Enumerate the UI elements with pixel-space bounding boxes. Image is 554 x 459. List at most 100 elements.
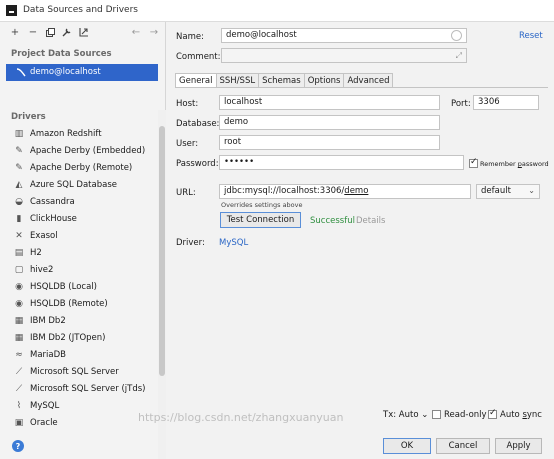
password-label: Password: (176, 159, 219, 169)
driver-label: Azure SQL Database (30, 180, 117, 190)
duplicate-icon[interactable] (44, 26, 56, 38)
tab-divider (175, 87, 548, 88)
name-label: Name: (176, 32, 204, 42)
hsqldb-icon: ◉ (15, 282, 23, 292)
tx-mode-select[interactable]: Tx: Auto ⌄ (383, 410, 428, 420)
color-circle-icon[interactable] (451, 30, 462, 41)
cancel-button[interactable]: Cancel (436, 438, 490, 454)
driver-item[interactable]: ⟋ Microsoft SQL Server (0, 364, 158, 381)
go-to-icon[interactable] (78, 26, 90, 38)
tab-strip: General SSH/SSL Schemas Options Advanced (175, 73, 394, 88)
tab-general[interactable]: General (175, 73, 217, 88)
derby-icon: ✎ (15, 146, 23, 156)
driver-item[interactable]: ▥ Amazon Redshift (0, 126, 158, 143)
driver-item[interactable]: ◉ HSQLDB (Remote) (0, 296, 158, 313)
ok-button[interactable]: OK (383, 438, 431, 454)
azure-icon: ◭ (15, 180, 23, 190)
driver-item[interactable]: ≈ MariaDB (0, 347, 158, 364)
database-field[interactable]: demo (219, 115, 440, 130)
chevron-down-icon: ⌄ (528, 186, 535, 195)
driver-item[interactable]: ▦ IBM Db2 (0, 313, 158, 330)
driver-item[interactable]: ▢ hive2 (0, 262, 158, 279)
data-source-item-demo[interactable]: demo@localhost (6, 64, 158, 81)
driver-item[interactable]: ⌇ MySQL (0, 398, 158, 415)
name-field[interactable]: demo@localhost (221, 28, 467, 43)
url-label: URL: (176, 188, 196, 198)
chevron-down-icon: ⌄ (421, 410, 429, 420)
apply-button[interactable]: Apply (495, 438, 542, 454)
driver-item[interactable]: ◒ Cassandra (0, 194, 158, 211)
test-connection-button[interactable]: Test Connection (220, 212, 301, 228)
data-source-label: demo@localhost (30, 67, 101, 77)
database-label: Database: (176, 119, 220, 129)
port-label: Port: (451, 99, 471, 109)
driver-label: HSQLDB (Local) (30, 282, 97, 292)
user-field[interactable]: root (219, 135, 440, 150)
mysql-icon: ⌇ (16, 401, 22, 411)
back-arrow-icon[interactable]: ← (130, 26, 142, 38)
mysql-icon (16, 67, 26, 80)
intellij-app-icon (6, 5, 17, 16)
exasol-icon: ✕ (15, 231, 23, 241)
url-scheme-select[interactable]: default ⌄ (476, 184, 540, 199)
db2-icon: ▦ (14, 316, 24, 326)
expand-icon[interactable]: ⤢ (456, 51, 462, 61)
host-label: Host: (176, 99, 199, 109)
forward-arrow-icon[interactable]: → (148, 26, 160, 38)
read-only-label[interactable]: Read-only (444, 410, 487, 420)
host-field[interactable]: localhost (219, 95, 440, 110)
remember-password-checkbox[interactable] (469, 157, 478, 168)
hsqldb-icon: ◉ (15, 299, 23, 309)
reset-link[interactable]: Reset (519, 31, 543, 41)
driver-item[interactable]: ◉ HSQLDB (Local) (0, 279, 158, 296)
cassandra-icon: ◒ (15, 197, 23, 207)
driver-item[interactable]: ▮ ClickHouse (0, 211, 158, 228)
scrollbar-thumb[interactable] (159, 126, 165, 376)
driver-item[interactable]: ▤ H2 (0, 245, 158, 262)
driver-label: Apache Derby (Remote) (30, 163, 133, 173)
driver-label: Oracle (30, 418, 58, 428)
driver-label: Cassandra (30, 197, 75, 207)
mariadb-icon: ≈ (15, 350, 23, 360)
add-icon[interactable]: + (9, 26, 21, 38)
driver-item[interactable]: ▦ IBM Db2 (JTOpen) (0, 330, 158, 347)
help-icon[interactable]: ? (12, 440, 24, 452)
window-title: Data Sources and Drivers (23, 5, 138, 15)
driver-item[interactable]: ✎ Apache Derby (Remote) (0, 160, 158, 177)
remove-icon[interactable]: − (27, 26, 39, 38)
read-only-checkbox[interactable] (432, 410, 441, 419)
remember-password-label[interactable]: Remember password (480, 160, 549, 168)
sqlserver-icon: ⟋ (15, 384, 23, 394)
driver-item[interactable]: ✎ Apache Derby (Embedded) (0, 143, 158, 160)
drivers-heading: Drivers (11, 112, 46, 122)
tab-schemas[interactable]: Schemas (259, 73, 305, 88)
port-field[interactable]: 3306 (473, 95, 539, 110)
tab-ssh-ssl[interactable]: SSH/SSL (216, 73, 260, 88)
tab-options[interactable]: Options (304, 73, 345, 88)
user-label: User: (176, 139, 199, 149)
sidebar-scrollbar[interactable] (158, 110, 166, 459)
comment-field[interactable]: ⤢ (221, 48, 467, 63)
derby-icon: ✎ (15, 163, 23, 173)
wrench-icon[interactable] (61, 26, 73, 38)
overrides-hint: Overrides settings above (221, 201, 303, 209)
auto-sync-label[interactable]: Auto sync (500, 410, 542, 420)
auto-sync-checkbox[interactable] (488, 408, 497, 419)
driver-link[interactable]: MySQL (219, 238, 248, 248)
project-data-sources-heading: Project Data Sources (11, 49, 112, 59)
main-panel: Name: demo@localhost Reset Comment: ⤢ Ge… (166, 22, 554, 459)
password-field[interactable]: •••••• (219, 155, 464, 170)
driver-item[interactable]: ◭ Azure SQL Database (0, 177, 158, 194)
url-field[interactable]: jdbc:mysql://localhost:3306/demo (219, 184, 471, 199)
sidebar-toolbar: + − ← → (0, 22, 166, 42)
driver-item[interactable]: ✕ Exasol (0, 228, 158, 245)
sidebar: + − ← → Project Data Sources demo@localh… (0, 22, 166, 459)
driver-item[interactable]: ⟋ Microsoft SQL Server (jTds) (0, 381, 158, 398)
comment-label: Comment: (176, 52, 221, 62)
tab-advanced[interactable]: Advanced (344, 73, 394, 88)
driver-item[interactable]: ▣ Oracle (0, 415, 158, 432)
connection-status: Successful (310, 216, 355, 226)
driver-label: IBM Db2 (30, 316, 66, 326)
details-link[interactable]: Details (356, 216, 385, 226)
driver-label: Exasol (30, 231, 58, 241)
